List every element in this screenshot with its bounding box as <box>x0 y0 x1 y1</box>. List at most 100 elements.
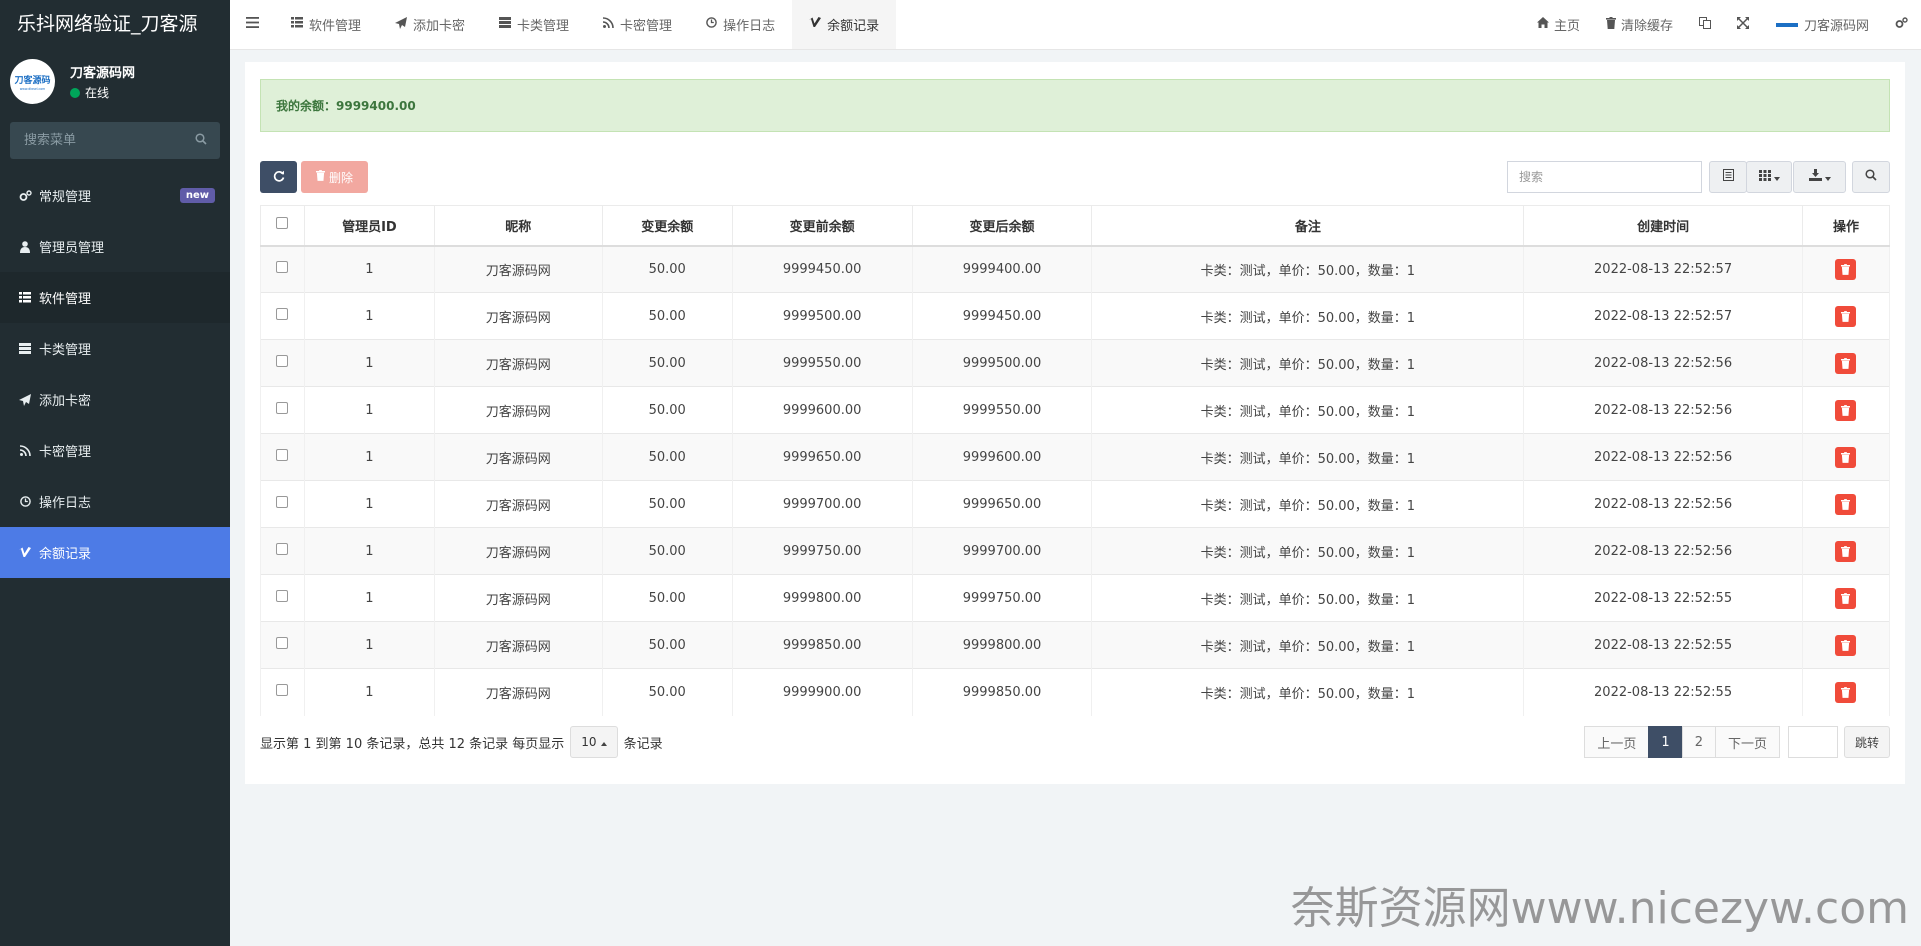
tab-software[interactable]: 软件管理 <box>274 0 378 49</box>
row-select-cell <box>260 433 305 481</box>
row-checkbox[interactable] <box>276 590 289 602</box>
sidebar-search-input[interactable] <box>10 122 220 159</box>
row-delete-button[interactable] <box>1835 305 1857 327</box>
col-remark[interactable]: 备注 <box>1091 205 1525 247</box>
before-cell: 9999500.00 <box>731 292 913 340</box>
export-button[interactable] <box>1793 161 1846 193</box>
table-toolbar: 删除 <box>260 161 1890 193</box>
page-1-button[interactable]: 1 <box>1648 726 1683 758</box>
table-row[interactable]: 1 刀客源码网 50.00 9999650.00 9999600.00 卡类：测试，单价：… <box>260 433 1891 481</box>
list-icon <box>291 17 303 32</box>
row-delete-button[interactable] <box>1835 681 1857 703</box>
row-checkbox[interactable] <box>276 261 289 274</box>
language-button[interactable] <box>1686 0 1724 49</box>
online-dot-icon <box>70 87 80 98</box>
nickname-cell: 刀客源码网 <box>433 574 603 622</box>
before-cell: 9999450.00 <box>731 245 913 293</box>
menu-toggle-button[interactable] <box>230 0 274 49</box>
clear-cache-link[interactable]: 清除缓存 <box>1593 0 1686 49</box>
sidebar-item-addcard[interactable]: 添加卡密 <box>0 374 230 425</box>
next-page-button[interactable]: 下一页 <box>1714 726 1780 758</box>
row-delete-button[interactable] <box>1835 540 1857 562</box>
table-row[interactable]: 1 刀客源码网 50.00 9999850.00 9999800.00 卡类：测试，单价：… <box>260 621 1891 669</box>
time-cell: 2022-08-13 22:52:57 <box>1523 292 1803 340</box>
sidebar-item-admin[interactable]: 管理员管理 <box>0 221 230 272</box>
col-admin-id[interactable]: 管理员ID <box>303 205 435 247</box>
time-cell: 2022-08-13 22:52:55 <box>1523 668 1803 716</box>
sidebar-item-general[interactable]: 常规管理 new <box>0 170 230 221</box>
sidebar-item-software[interactable]: 软件管理 <box>0 272 230 323</box>
tab-log[interactable]: 操作日志 <box>689 0 792 49</box>
after-cell: 9999600.00 <box>911 433 1093 481</box>
row-checkbox[interactable] <box>276 355 289 367</box>
row-checkbox[interactable] <box>276 449 289 461</box>
tab-addcard[interactable]: 添加卡密 <box>378 0 482 49</box>
columns-button[interactable] <box>1746 161 1792 193</box>
toggle-view-button[interactable] <box>1709 161 1747 193</box>
before-cell: 9999600.00 <box>731 386 913 434</box>
refresh-button[interactable] <box>260 161 297 193</box>
table-row[interactable]: 1 刀客源码网 50.00 9999750.00 9999700.00 卡类：测试，单价：… <box>260 527 1891 575</box>
table-header-row: 管理员ID 昵称 变更余额 变更前余额 变更后余额 备注 创建时间 操作 <box>260 205 1891 247</box>
table-row[interactable]: 1 刀客源码网 50.00 9999700.00 9999650.00 卡类：测试，单价：… <box>260 480 1891 528</box>
settings-button[interactable] <box>1882 0 1921 49</box>
row-checkbox[interactable] <box>276 543 289 555</box>
col-before[interactable]: 变更前余额 <box>731 205 913 247</box>
table-search-input[interactable] <box>1508 162 1701 192</box>
app-brand[interactable]: 乐抖网络验证_刀客源 <box>0 0 230 49</box>
jump-page-input[interactable] <box>1787 726 1838 758</box>
trash-icon <box>1841 498 1851 510</box>
row-checkbox[interactable] <box>276 308 289 320</box>
table-row[interactable]: 1 刀客源码网 50.00 9999800.00 9999750.00 卡类：测试，单价：… <box>260 574 1891 622</box>
nav-tabs: 软件管理 添加卡密 卡类管理 卡密管理 操作日志 余额记录 <box>230 0 897 49</box>
row-delete-button[interactable] <box>1835 352 1857 374</box>
row-checkbox[interactable] <box>276 684 289 697</box>
tab-cardmanage[interactable]: 卡密管理 <box>586 0 689 49</box>
sidebar-item-cardmanage[interactable]: 卡密管理 <box>0 425 230 476</box>
col-change[interactable]: 变更余额 <box>601 205 733 247</box>
tab-cardtype[interactable]: 卡类管理 <box>482 0 586 49</box>
table-row[interactable]: 1 刀客源码网 50.00 9999900.00 9999850.00 卡类：测试，单价：… <box>260 668 1891 716</box>
user-menu[interactable]: 刀客源码网 <box>1762 0 1882 49</box>
row-delete-button[interactable] <box>1835 258 1857 280</box>
page-size-select[interactable]: 10 <box>570 726 618 758</box>
page-2-button[interactable]: 2 <box>1681 726 1716 758</box>
table-row[interactable]: 1 刀客源码网 50.00 9999550.00 9999500.00 卡类：测试，单价：… <box>260 339 1891 387</box>
row-delete-button[interactable] <box>1835 493 1857 515</box>
home-link[interactable]: 主页 <box>1524 0 1593 49</box>
row-checkbox[interactable] <box>276 496 289 508</box>
tab-balance[interactable]: 余额记录 <box>792 0 897 49</box>
fullscreen-button[interactable] <box>1724 0 1762 49</box>
delete-label: 删除 <box>328 170 353 185</box>
change-cell: 50.00 <box>601 339 733 387</box>
table-row[interactable]: 1 刀客源码网 50.00 9999600.00 9999550.00 卡类：测试，单价：… <box>260 386 1891 434</box>
action-cell <box>1801 668 1891 716</box>
prev-page-button[interactable]: 上一页 <box>1584 726 1650 758</box>
action-cell <box>1801 245 1891 293</box>
change-cell: 50.00 <box>601 433 733 481</box>
select-all-checkbox[interactable] <box>276 217 289 230</box>
row-delete-button[interactable] <box>1835 634 1857 656</box>
tab-label: 添加卡密 <box>413 19 466 34</box>
col-nickname[interactable]: 昵称 <box>433 205 603 247</box>
rss-icon <box>602 17 614 32</box>
row-delete-button[interactable] <box>1835 587 1857 609</box>
col-after[interactable]: 变更后余额 <box>911 205 1093 247</box>
row-delete-button[interactable] <box>1835 399 1857 421</box>
sidebar-item-log[interactable]: 操作日志 <box>0 476 230 527</box>
table-row[interactable]: 1 刀客源码网 50.00 9999450.00 9999400.00 卡类：测试，单价：… <box>260 245 1891 293</box>
row-delete-button[interactable] <box>1835 446 1857 468</box>
nickname-cell: 刀客源码网 <box>433 339 603 387</box>
time-cell: 2022-08-13 22:52:56 <box>1523 480 1803 528</box>
search-icon[interactable] <box>195 133 207 149</box>
sidebar-item-balance[interactable]: 余额记录 <box>0 527 230 578</box>
row-checkbox[interactable] <box>276 402 289 414</box>
trash-icon <box>315 170 325 184</box>
sidebar-item-cardtype[interactable]: 卡类管理 <box>0 323 230 374</box>
jump-button[interactable]: 跳转 <box>1843 726 1890 758</box>
advanced-search-button[interactable] <box>1852 161 1890 193</box>
col-created-time[interactable]: 创建时间 <box>1523 205 1803 247</box>
batch-delete-button[interactable]: 删除 <box>301 161 368 193</box>
row-checkbox[interactable] <box>276 637 289 649</box>
table-row[interactable]: 1 刀客源码网 50.00 9999500.00 9999450.00 卡类：测试，单价：… <box>260 292 1891 340</box>
